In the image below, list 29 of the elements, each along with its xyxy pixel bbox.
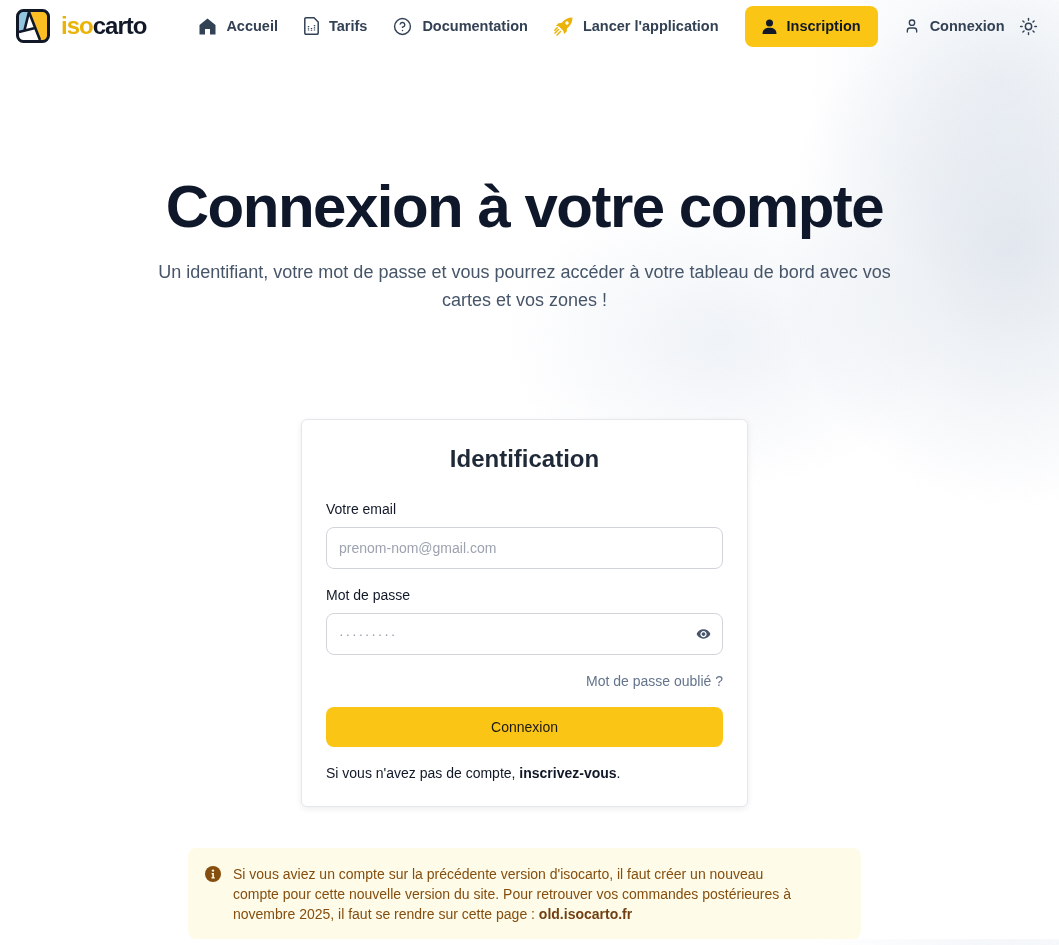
nav-link[interactable]: Tarifs xyxy=(291,9,380,43)
sun-icon[interactable] xyxy=(1018,16,1038,36)
field-label: Mot de passe xyxy=(326,586,411,605)
password-field[interactable]: ········· xyxy=(326,613,723,655)
info-icon xyxy=(205,866,221,882)
rocket-icon xyxy=(553,16,573,36)
page-title: Connexion à votre compte xyxy=(165,174,884,240)
logo-icon xyxy=(16,9,50,43)
nav-link[interactable]: Accueil xyxy=(187,9,290,43)
field-label: Votre email xyxy=(326,500,397,519)
nav-link[interactable]: Lancer l'application xyxy=(541,8,731,44)
email-field[interactable]: prenom-nom@gmail.com xyxy=(326,527,723,569)
user-icon xyxy=(761,18,777,34)
old-site-link[interactable]: old.isocarto.fr xyxy=(538,906,633,922)
card-title: Identification xyxy=(448,444,601,474)
signup-button[interactable]: Inscription xyxy=(744,5,878,47)
nav-link[interactable]: Documentation xyxy=(381,8,540,44)
signup-link[interactable]: inscrivez-vous xyxy=(519,765,617,781)
login-button[interactable]: Connexion xyxy=(326,707,723,747)
signup-prompt: Si vous n'avez pas de compte, inscrivez-vous. xyxy=(326,764,621,783)
nav-link[interactable]: Connexion xyxy=(891,10,1017,42)
eye-icon[interactable] xyxy=(696,628,711,640)
forgot-password-link[interactable]: Mot de passe oublié ? xyxy=(586,671,723,691)
notice-text: Si vous aviez un compte sur la précédente version d'isocarto, il faut créer un nouveau compte pour cette nouvelle version du site. Pour retrouver vos commandes postérieures à novembre 2025, il faut se rendre sur cette page : old.isocarto.fr xyxy=(233,865,792,924)
help-icon xyxy=(393,16,413,36)
sim-card-icon xyxy=(303,17,319,35)
house-icon xyxy=(199,17,217,35)
logo-text[interactable]: isocarto xyxy=(61,12,147,40)
page-subtitle: Un identifiant, votre mot de passe et vous pourrez accéder à votre tableau de bord avec vos cartes et vos zones ! xyxy=(157,261,892,312)
